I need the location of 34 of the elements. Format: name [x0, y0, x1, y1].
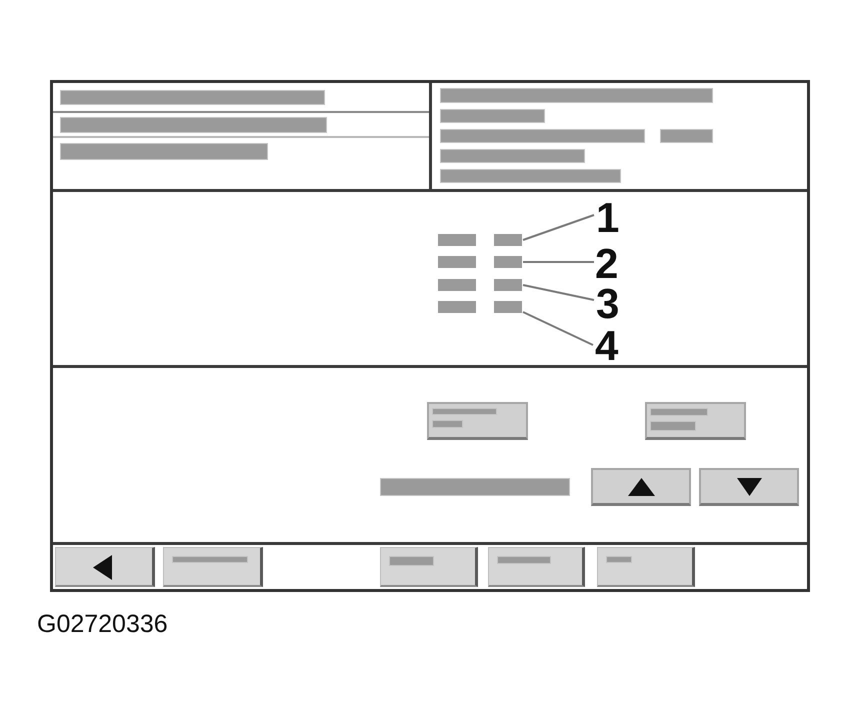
placeholder-bar: [660, 129, 713, 143]
button[interactable]: [488, 547, 585, 587]
callout-number: 1: [596, 194, 620, 241]
placeholder-bar: [438, 301, 476, 313]
button[interactable]: [380, 547, 478, 587]
leader-line: [522, 311, 594, 346]
placeholder-bar: [494, 256, 522, 268]
placeholder-bar: [494, 234, 522, 246]
placeholder-bar: [497, 556, 551, 564]
leader-line: [523, 261, 594, 263]
back-button[interactable]: [55, 547, 155, 587]
scroll-up-button[interactable]: [591, 468, 691, 506]
button[interactable]: [163, 547, 263, 587]
placeholder-bar: [389, 556, 434, 566]
placeholder-bar: [438, 279, 476, 291]
left-triangle-icon: [93, 555, 112, 580]
placeholder-bar: [494, 301, 522, 313]
leader-line: [522, 214, 594, 241]
placeholder-bar: [494, 279, 522, 291]
leader-line: [522, 284, 594, 301]
placeholder-bar: [432, 420, 463, 428]
figure-number: G02720336: [37, 610, 168, 638]
placeholder-bar: [438, 234, 476, 246]
scroll-down-button[interactable]: [699, 468, 799, 506]
placeholder-bar: [650, 421, 696, 431]
button[interactable]: [645, 402, 746, 440]
down-triangle-icon: [736, 478, 762, 496]
placeholder-bar: [606, 556, 632, 563]
up-triangle-icon: [628, 478, 654, 496]
placeholder-bar: [432, 408, 497, 415]
placeholder-bar: [650, 408, 708, 416]
button[interactable]: [427, 402, 528, 440]
button[interactable]: [597, 547, 695, 587]
placeholder-bar: [438, 256, 476, 268]
